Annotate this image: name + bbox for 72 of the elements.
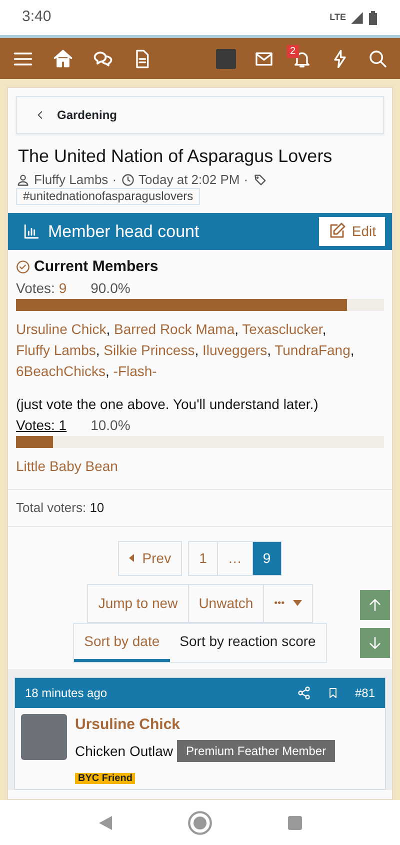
battery-icon — [368, 10, 378, 26]
edit-button[interactable]: Edit — [318, 216, 385, 246]
page-button[interactable]: 1 — [188, 540, 218, 576]
clock-icon — [120, 172, 135, 187]
user-badge: BYC Friend — [75, 773, 136, 784]
poll-title: Member head count — [48, 220, 200, 243]
voter-link[interactable]: Fluffy Lambs — [16, 342, 96, 358]
comma-separator: , — [106, 321, 110, 338]
search-icon[interactable] — [368, 48, 388, 68]
comma-separator: , — [106, 363, 110, 380]
scroll-down-button[interactable] — [360, 628, 390, 658]
post-author[interactable]: Ursuline Chick — [75, 714, 336, 736]
voter-link[interactable]: Ursuline Chick — [16, 321, 106, 338]
comma-separator: , — [350, 342, 354, 358]
separator-dot: · — [112, 172, 117, 188]
vote-percent: 10.0% — [90, 416, 130, 436]
post-number-link[interactable]: #81 — [354, 684, 375, 702]
post-time: 18 minutes ago — [25, 684, 108, 702]
notification-badge: 2 — [287, 44, 299, 58]
vote-count-link[interactable]: 9 — [58, 280, 67, 296]
voter-link[interactable]: Silkie Princess — [104, 342, 195, 358]
thread-date: Today at 2:02 PM — [138, 172, 240, 188]
page-button[interactable]: … — [218, 540, 253, 576]
arrow-up-icon — [367, 596, 383, 613]
vote-percent: 90.0% — [90, 279, 130, 298]
tag-link[interactable]: #unitednationofasparaguslovers — [16, 188, 200, 205]
user-icon — [16, 172, 30, 187]
more-menu-button[interactable]: ••• — [264, 584, 313, 623]
caret-left-icon — [129, 554, 134, 562]
network-label: LTE — [330, 10, 346, 24]
page-button[interactable]: 9 — [252, 540, 282, 576]
arrow-down-icon — [367, 634, 383, 651]
caret-down-icon — [292, 600, 302, 606]
voter-link[interactable]: Little Baby Bean — [16, 458, 118, 474]
scroll-up-button[interactable] — [360, 590, 390, 620]
action-button[interactable]: Unwatch — [188, 584, 264, 623]
thread-title: The United Nation of Asparagus Lovers — [18, 146, 334, 168]
user-banner: Premium Feather Member — [177, 740, 336, 762]
signal-icon — [350, 10, 364, 24]
breadcrumb-link[interactable]: Gardening — [16, 96, 384, 134]
bookmark-icon[interactable] — [326, 686, 339, 700]
separator-dot: · — [244, 172, 248, 188]
action-button[interactable]: Jump to new — [87, 584, 189, 623]
user-title: Chicken Outlaw — [75, 742, 174, 761]
poll-option-label: Current Members — [34, 256, 158, 277]
comma-separator: , — [234, 321, 239, 338]
chevron-left-icon — [35, 109, 45, 121]
recents-icon[interactable] — [287, 814, 303, 830]
status-time: 3:40 — [22, 7, 52, 28]
back-icon[interactable] — [97, 814, 113, 832]
voter-link[interactable]: 6BeachChicks — [16, 363, 106, 380]
poll-option-label: (just vote the one above. You'll understand later.) — [16, 395, 318, 414]
comma-separator: , — [194, 342, 199, 358]
home-button-icon[interactable] — [187, 810, 213, 836]
voter-link[interactable]: Barred Rock Mama — [114, 321, 235, 338]
vote-count-link[interactable]: Votes: 1 — [16, 415, 67, 436]
prev-button[interactable]: Prev — [118, 540, 182, 576]
comma-separator: , — [96, 342, 100, 358]
bar-chart-icon — [23, 222, 40, 240]
home-icon[interactable] — [52, 48, 74, 70]
total-voters: Total voters: 10 — [16, 499, 106, 518]
avatar-photo-placeholder — [21, 714, 67, 760]
share-icon[interactable] — [296, 686, 311, 700]
voter-link[interactable]: -Flash- — [113, 363, 157, 380]
voter-link[interactable]: TundraFang — [274, 342, 350, 358]
voter-link[interactable]: Texasclucker — [242, 321, 322, 338]
author-link[interactable]: Fluffy Lambs — [34, 172, 108, 188]
vote-count: Votes: 9 — [16, 279, 67, 298]
edit-icon — [328, 222, 346, 240]
voter-link[interactable]: Iluveggers — [202, 342, 268, 358]
comma-separator: , — [267, 342, 271, 358]
comma-separator: , — [322, 321, 326, 338]
